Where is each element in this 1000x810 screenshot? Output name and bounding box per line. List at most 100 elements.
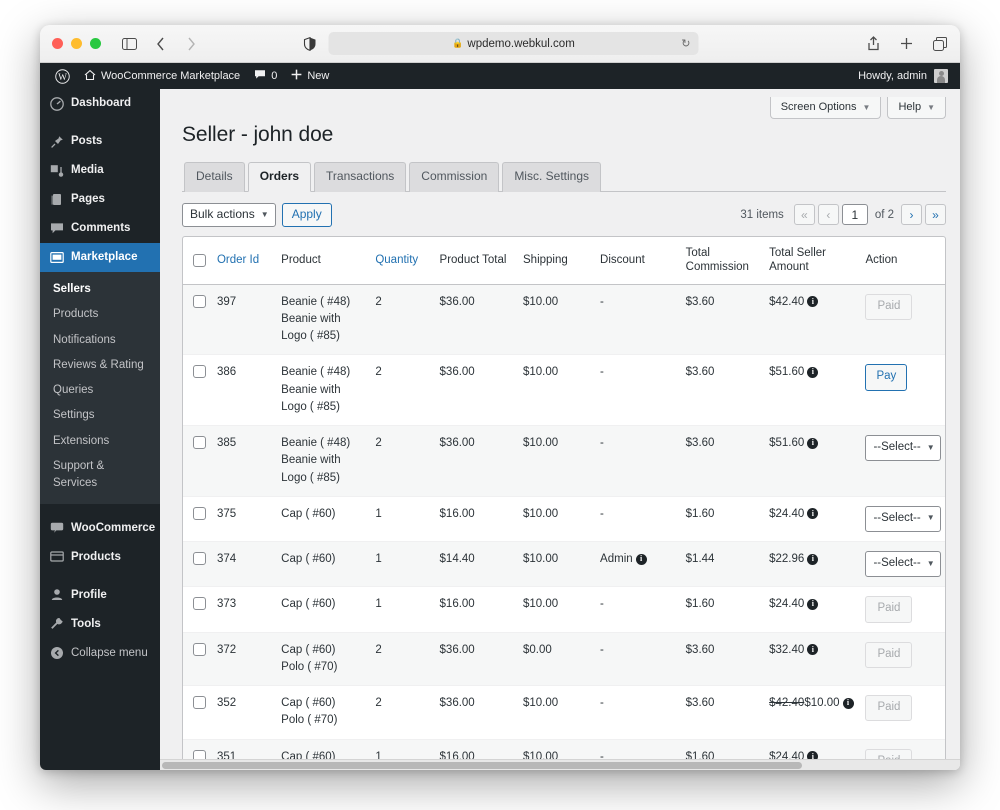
sidebar-item-label: Marketplace — [71, 251, 138, 264]
cell-action: Paid — [861, 587, 945, 632]
scrollbar-thumb[interactable] — [162, 762, 802, 769]
sidebar-item-media[interactable]: Media — [40, 156, 160, 185]
tab-label: Details — [196, 169, 233, 183]
info-icon[interactable]: i — [807, 553, 819, 565]
info-icon[interactable]: i — [807, 366, 819, 378]
sidebar-item-reviews-rating[interactable]: Reviews & Rating — [40, 353, 160, 378]
product-name: Cap ( #60) — [281, 553, 336, 566]
info-icon[interactable]: i — [807, 644, 819, 656]
sidebar-item-posts[interactable]: Posts — [40, 127, 160, 156]
tab-details[interactable]: Details — [184, 162, 245, 192]
bulk-actions-select[interactable]: Bulk actions ▼ — [182, 202, 276, 227]
info-icon[interactable]: i — [807, 598, 819, 610]
horizontal-scrollbar[interactable] — [160, 759, 960, 770]
sidebar-item-sellers[interactable]: Sellers — [40, 277, 160, 302]
account-menu[interactable]: Howdy, admin — [858, 69, 952, 83]
row-checkbox[interactable] — [193, 294, 206, 308]
info-icon[interactable]: i — [807, 508, 819, 520]
sidebar-item-collapse-menu[interactable]: Collapse menu — [40, 638, 160, 667]
reload-icon[interactable]: ↻ — [681, 37, 690, 50]
sidebar-item-comments[interactable]: Comments — [40, 214, 160, 243]
row-checkbox[interactable] — [193, 696, 206, 710]
new-item[interactable]: New — [284, 63, 336, 89]
sidebar-toggle-icon[interactable] — [121, 35, 138, 52]
sidebar-item-dashboard[interactable]: Dashboard — [40, 89, 160, 118]
row-checkbox[interactable] — [193, 642, 206, 656]
sidebar-item-woocommerce[interactable]: WooCommerce — [40, 513, 160, 542]
bulk-actions-label: Bulk actions — [190, 207, 255, 222]
tab-label: Orders — [259, 169, 300, 183]
cell-discount: - — [596, 355, 682, 426]
reader-contrast-icon[interactable] — [302, 35, 319, 52]
pay-button[interactable]: Pay — [865, 364, 908, 391]
row-checkbox[interactable] — [193, 597, 206, 611]
sidebar-item-products[interactable]: Products — [40, 302, 160, 327]
minimize-window-button[interactable] — [71, 38, 82, 49]
maximize-window-button[interactable] — [90, 38, 101, 49]
sidebar-item-support-services[interactable]: Support & Services — [40, 454, 160, 497]
screen-options-button[interactable]: Screen Options ▼ — [769, 97, 882, 119]
tab-transactions[interactable]: Transactions — [314, 162, 407, 192]
submenu-label: Notifications — [53, 333, 116, 346]
sidebar-item-products-woo[interactable]: Products — [40, 542, 160, 571]
sidebar-item-notifications[interactable]: Notifications — [40, 328, 160, 353]
cell-total-seller-amount: $24.40 i — [765, 587, 861, 632]
close-window-button[interactable] — [52, 38, 63, 49]
cell-order-id: 375 — [216, 507, 237, 520]
info-icon[interactable]: i — [635, 553, 647, 565]
tab-commission[interactable]: Commission — [409, 162, 500, 192]
sidebar-item-profile[interactable]: Profile — [40, 580, 160, 609]
column-header-order-id[interactable]: Order Id — [213, 237, 277, 284]
tab-orders[interactable]: Orders — [247, 162, 312, 192]
last-page-button[interactable]: » — [925, 204, 946, 226]
sidebar-item-extensions[interactable]: Extensions — [40, 429, 160, 454]
pin-icon — [49, 134, 64, 149]
comments-item[interactable]: 0 — [247, 63, 284, 89]
apply-button[interactable]: Apply — [281, 202, 332, 227]
select-all-checkbox[interactable] — [193, 254, 206, 268]
tab-misc-settings[interactable]: Misc. Settings — [502, 162, 602, 192]
info-icon[interactable]: i — [842, 697, 854, 709]
address-bar[interactable]: 🔒 wpdemo.webkul.com ↻ — [328, 32, 699, 55]
new-tab-icon[interactable] — [898, 35, 915, 52]
cell-total-commission: $1.60 — [685, 598, 715, 611]
sidebar-item-queries[interactable]: Queries — [40, 378, 160, 403]
tab-overview-icon[interactable] — [931, 35, 948, 52]
cell-total-commission: $1.44 — [685, 553, 715, 566]
prev-page-button[interactable]: ‹ — [817, 204, 839, 226]
seller-amount: $10.00 — [804, 697, 840, 710]
next-page-button[interactable]: › — [901, 204, 922, 226]
product-name: Cap ( #60) — [281, 697, 336, 710]
share-icon[interactable] — [865, 35, 882, 52]
row-checkbox[interactable] — [193, 552, 206, 566]
sidebar-item-tools[interactable]: Tools — [40, 609, 160, 638]
wordpress-logo-icon[interactable]: W — [48, 63, 77, 89]
cell-action: Paid — [861, 632, 945, 686]
cell-action: Paid — [861, 284, 945, 355]
row-checkbox[interactable] — [193, 506, 206, 520]
column-header-quantity[interactable]: Quantity — [371, 237, 435, 284]
current-page-input[interactable]: 1 — [841, 204, 868, 226]
site-name-item[interactable]: WooCommerce Marketplace — [77, 63, 247, 89]
first-page-button[interactable]: « — [793, 204, 815, 226]
column-header-product: Product — [281, 253, 321, 266]
sidebar-item-settings[interactable]: Settings — [40, 403, 160, 428]
sidebar-item-marketplace[interactable]: Marketplace — [40, 243, 160, 272]
submenu-label: Products — [53, 308, 99, 321]
sidebar-item-label: Collapse menu — [71, 646, 148, 659]
site-name-label: WooCommerce Marketplace — [101, 70, 241, 82]
action-select[interactable]: --Select-- ▼ — [865, 551, 941, 578]
action-select[interactable]: --Select-- ▼ — [865, 435, 941, 462]
forward-icon[interactable] — [183, 35, 200, 52]
sidebar-item-pages[interactable]: Pages — [40, 185, 160, 214]
cell-discount: - — [596, 284, 682, 355]
lock-icon: 🔒 — [452, 38, 464, 48]
help-button[interactable]: Help ▼ — [887, 97, 946, 119]
cell-quantity: 2 — [375, 366, 382, 379]
info-icon[interactable]: i — [807, 437, 819, 449]
row-checkbox[interactable] — [193, 365, 206, 379]
action-select[interactable]: --Select-- ▼ — [865, 505, 941, 533]
info-icon[interactable]: i — [807, 296, 819, 308]
row-checkbox[interactable] — [193, 436, 206, 450]
back-icon[interactable] — [152, 35, 169, 52]
